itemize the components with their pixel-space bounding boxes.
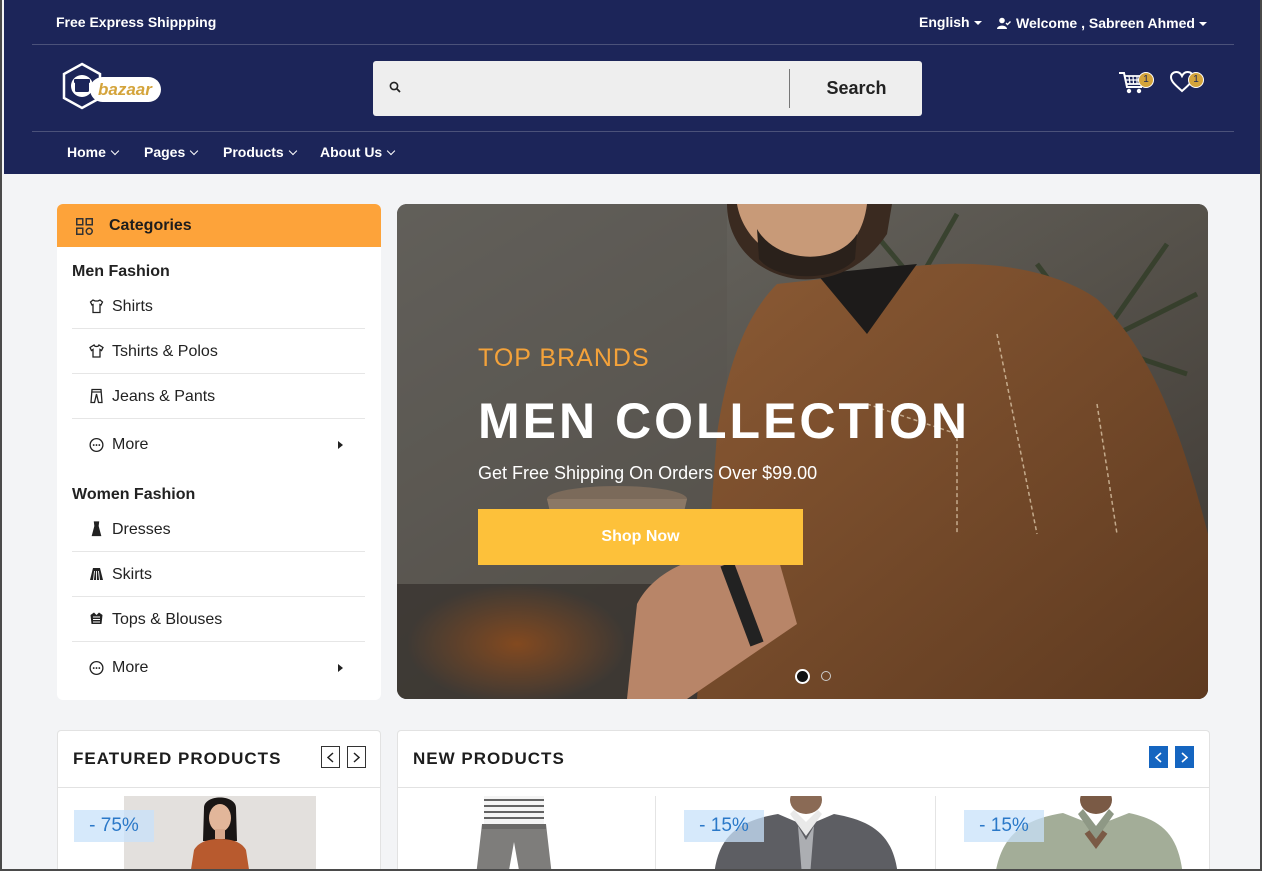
caret-down-icon <box>973 21 982 26</box>
panel-divider <box>398 787 1209 788</box>
product-photo-pants <box>476 796 552 871</box>
category-label: More <box>112 436 149 453</box>
prev-arrow-button[interactable] <box>1149 746 1168 768</box>
nav-label: About Us <box>320 144 383 160</box>
chevron-left-icon <box>326 752 334 763</box>
category-item-skirts[interactable]: Skirts <box>72 552 365 597</box>
category-item-shirts[interactable]: Shirts <box>72 284 365 329</box>
categories-header: Categories <box>57 204 381 247</box>
language-selector[interactable]: English <box>919 14 982 30</box>
nav-label: Home <box>67 144 106 160</box>
categories-panel: Categories Men Fashion Shirts Tshirts & … <box>57 204 381 700</box>
hero-title: MEN COLLECTION <box>478 393 970 449</box>
chevron-left-icon <box>1154 752 1162 763</box>
category-item-dresses[interactable]: Dresses <box>72 507 365 552</box>
nav-label: Pages <box>144 144 186 160</box>
nav-home[interactable]: Home <box>67 144 120 160</box>
featured-products-title: FEATURED PRODUCTS <box>73 749 282 768</box>
svg-text:bazaar: bazaar <box>98 80 153 99</box>
category-item-jeans[interactable]: Jeans & Pants <box>72 374 365 419</box>
category-item-tshirts[interactable]: Tshirts & Polos <box>72 329 365 374</box>
dress-icon <box>91 521 102 537</box>
cart-button[interactable]: 1 <box>1118 70 1158 98</box>
category-label: Dresses <box>112 521 171 538</box>
nav-products[interactable]: Products <box>223 144 297 160</box>
search-input[interactable] <box>413 71 783 106</box>
skirt-icon <box>90 568 103 581</box>
slider-dot[interactable] <box>821 671 831 681</box>
wishlist-button[interactable]: 1 <box>1170 70 1210 98</box>
category-group-title: Men Fashion <box>72 263 170 280</box>
caret-down-icon <box>1198 22 1207 27</box>
chevron-down-icon <box>288 146 297 156</box>
chevron-down-icon <box>386 146 396 156</box>
more-circle-icon <box>89 437 104 453</box>
product-separator <box>655 796 656 871</box>
hero-background-image <box>397 204 1208 699</box>
category-item-more-women[interactable]: More <box>72 642 365 692</box>
category-label: Tops & Blouses <box>112 611 223 628</box>
pants-icon <box>90 388 103 404</box>
blouse-icon <box>90 612 103 624</box>
featured-products-panel: FEATURED PRODUCTS - 75% <box>57 730 381 871</box>
category-label: Shirts <box>112 298 153 315</box>
discount-badge: - 15% <box>684 810 764 842</box>
nav-pages[interactable]: Pages <box>144 144 199 160</box>
chevron-down-icon <box>110 146 120 156</box>
language-label: English <box>919 14 970 30</box>
discount-badge: - 15% <box>964 810 1044 842</box>
chevron-right-icon <box>1181 752 1189 763</box>
wishlist-count-badge: 1 <box>1188 72 1204 88</box>
new-products-title: NEW PRODUCTS <box>413 749 565 768</box>
caret-right-icon <box>338 664 343 672</box>
category-item-tops[interactable]: Tops & Blouses <box>72 597 365 642</box>
search-divider <box>789 69 790 108</box>
nav-about-us[interactable]: About Us <box>320 144 396 160</box>
more-circle-icon <box>89 660 104 676</box>
category-label: More <box>112 659 149 676</box>
search-bar: Search <box>373 61 922 116</box>
chevron-right-icon <box>353 752 361 763</box>
prev-arrow-button[interactable] <box>321 746 340 768</box>
caret-right-icon <box>338 441 343 449</box>
category-label: Jeans & Pants <box>112 388 216 405</box>
shirt-icon <box>89 299 104 314</box>
new-products-panel: NEW PRODUCTS - 15% - 15% <box>397 730 1210 871</box>
categories-title: Categories <box>109 217 192 234</box>
tshirt-icon <box>89 343 104 358</box>
discount-badge: - 75% <box>74 810 154 842</box>
cart-count-badge: 1 <box>1138 72 1154 88</box>
category-group-title: Women Fashion <box>72 486 196 503</box>
chevron-down-icon <box>190 146 199 156</box>
next-arrow-button[interactable] <box>1175 746 1194 768</box>
slider-dot-active[interactable] <box>795 669 810 684</box>
nav-label: Products <box>223 144 284 160</box>
account-menu[interactable]: Welcome , Sabreen Ahmed <box>997 15 1207 31</box>
logo-mark-icon: bazaar <box>62 62 161 110</box>
site-header: Free Express Shippping English Welcome ,… <box>4 0 1262 174</box>
panel-divider <box>58 787 380 788</box>
next-arrow-button[interactable] <box>347 746 366 768</box>
user-check-icon <box>997 17 1011 29</box>
hero-kicker: TOP BRANDS <box>478 344 650 372</box>
search-icon <box>389 81 401 96</box>
brand-logo[interactable]: bazaar <box>60 62 164 110</box>
grid-icon <box>76 218 93 235</box>
search-button[interactable]: Search <box>791 61 922 116</box>
category-item-more-men[interactable]: More <box>72 419 365 469</box>
hero-banner: TOP BRANDS MEN COLLECTION Get Free Shipp… <box>397 204 1208 699</box>
top-bar: Free Express Shippping English Welcome ,… <box>32 0 1234 45</box>
hero-subtitle: Get Free Shipping On Orders Over $99.00 <box>478 463 818 483</box>
category-label: Tshirts & Polos <box>112 343 218 360</box>
welcome-label: Welcome , Sabreen Ahmed <box>1016 15 1195 31</box>
product-image[interactable] <box>448 796 578 871</box>
shipping-text: Free Express Shippping <box>56 14 217 30</box>
header-main: bazaar Search 1 1 <box>32 45 1234 132</box>
category-label: Skirts <box>112 566 152 583</box>
product-separator <box>935 796 936 871</box>
shop-now-button[interactable]: Shop Now <box>478 509 803 565</box>
